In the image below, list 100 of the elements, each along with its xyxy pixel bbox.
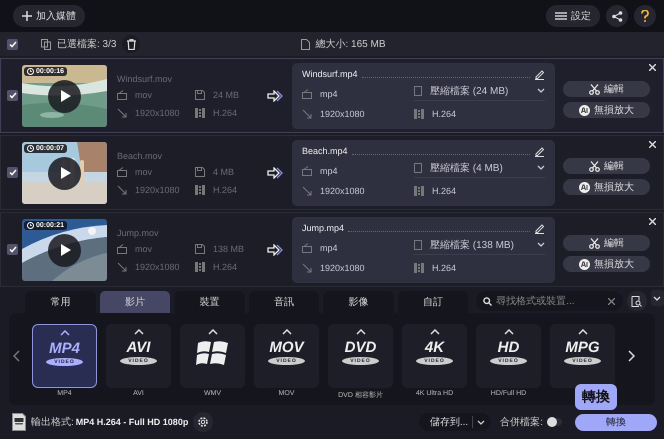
source-codec: H.264 [213, 108, 238, 118]
files-icon [41, 38, 51, 50]
codec-icon [414, 262, 424, 272]
convert-tooltip: 轉換 [575, 384, 617, 410]
search-icon [483, 297, 492, 306]
codec-icon [195, 108, 205, 118]
close-icon [649, 141, 656, 148]
select-all-checkbox[interactable] [7, 38, 18, 50]
file-checkbox[interactable] [7, 90, 18, 101]
search-field[interactable]: 尋找格式或裝置... [476, 291, 624, 311]
chevron-down-icon [537, 242, 545, 247]
help-button[interactable] [634, 5, 656, 27]
save-to-dropdown[interactable]: 儲存到... [419, 413, 492, 431]
add-media-button[interactable]: 加入媒體 [13, 5, 85, 27]
close-button[interactable] [648, 140, 657, 149]
upscale-button[interactable]: 無損放大 [563, 102, 650, 118]
output-codec: H.264 [432, 186, 456, 196]
output-codec: H.264 [432, 108, 456, 118]
output-format: mp4 [320, 88, 338, 98]
chevron-up-icon [134, 329, 144, 335]
chevron-up-icon [208, 329, 218, 335]
source-filename: Windsurf.mov [117, 74, 174, 84]
source-format: mov [135, 166, 152, 176]
convert-arrow-icon [267, 244, 283, 256]
find-format-button[interactable] [627, 291, 647, 311]
save-icon [195, 166, 205, 176]
category-tab[interactable]: 影像 [323, 291, 394, 313]
close-button[interactable] [648, 63, 657, 72]
convert-arrow-icon [267, 166, 283, 178]
source-resolution: 1920x1080 [135, 184, 180, 194]
resize-icon [117, 108, 127, 118]
source-size: 24 MB [213, 90, 240, 100]
pencil-icon[interactable] [534, 222, 545, 234]
settings-button[interactable]: 設定 [546, 5, 600, 27]
resize-icon [302, 262, 312, 272]
output-codec: H.264 [432, 262, 456, 272]
category-tab[interactable]: 影片 [100, 291, 170, 313]
format-icon [302, 242, 312, 252]
format-tile[interactable] [180, 324, 245, 388]
save-icon [195, 90, 205, 100]
collapse-button[interactable] [650, 290, 664, 306]
file-checkbox[interactable] [7, 167, 18, 178]
compression-dropdown[interactable]: 壓縮檔案 (138 MB) [414, 238, 545, 254]
convert-arrow-icon [267, 90, 283, 102]
output-format: mp4 [320, 166, 338, 176]
pencil-icon[interactable] [534, 68, 545, 80]
chevron-down-icon [537, 88, 545, 93]
category-tab[interactable]: 常用 [25, 291, 96, 313]
pencil-icon[interactable] [534, 146, 545, 156]
upscale-button[interactable]: 無損放大 [563, 256, 650, 272]
chevron-up-icon [504, 329, 514, 335]
edit-button[interactable]: 編輯 [563, 81, 650, 97]
chevron-down-icon [477, 420, 486, 424]
merge-toggle[interactable] [548, 418, 562, 426]
format-icon [117, 166, 127, 176]
delete-button[interactable] [122, 35, 140, 53]
format-icon [302, 88, 312, 98]
plus-icon [22, 11, 32, 21]
source-filename: Jump.mov [117, 228, 160, 238]
compression-dropdown[interactable]: 壓縮檔案 (24 MB) [414, 84, 545, 100]
resize-icon [302, 108, 312, 118]
codec-icon [195, 262, 205, 272]
play-icon [61, 167, 71, 179]
output-resolution: 1920x1080 [320, 108, 365, 118]
clear-icon[interactable] [608, 298, 616, 305]
category-tab[interactable]: 裝置 [174, 291, 245, 313]
close-button[interactable] [648, 217, 657, 226]
convert-button[interactable]: 轉換 [575, 414, 657, 430]
close-icon [649, 218, 656, 225]
output-filename[interactable]: Beach.mp4 [302, 146, 348, 156]
source-codec: H.264 [213, 184, 238, 194]
output-settings-button[interactable] [193, 412, 214, 432]
chevron-up-icon [430, 329, 440, 335]
resize-icon [302, 186, 312, 196]
selected-files-count: 已選檔案: 3/3 [57, 38, 116, 51]
category-tab[interactable]: 音訊 [248, 291, 320, 313]
merge-files-label: 合併檔案: [500, 416, 543, 429]
upscale-button[interactable]: 無損放大 [563, 179, 650, 195]
output-filename[interactable]: Jump.mp4 [302, 223, 344, 233]
file-checkbox[interactable] [7, 244, 18, 255]
source-format: mov [135, 244, 152, 254]
source-size: 4 MB [213, 166, 234, 176]
edit-button[interactable]: 編輯 [563, 235, 650, 251]
resize-icon [117, 262, 127, 272]
output-resolution: 1920x1080 [320, 186, 365, 196]
codec-icon [195, 184, 205, 194]
share-button[interactable] [606, 5, 628, 27]
ai-icon [579, 258, 590, 270]
compression-dropdown[interactable]: 壓縮檔案 (4 MB) [414, 160, 545, 178]
codec-icon [414, 108, 424, 118]
chevron-up-icon [578, 329, 588, 335]
gear-icon [197, 416, 210, 428]
chevron-up-icon [282, 329, 292, 335]
total-size: 總大小: 165 MB [315, 38, 386, 51]
play-icon [61, 244, 71, 256]
format-icon [117, 90, 127, 100]
output-filename[interactable]: Windsurf.mp4 [302, 69, 358, 79]
category-tab[interactable]: 自訂 [398, 291, 468, 313]
edit-button[interactable]: 編輯 [563, 158, 650, 174]
play-icon [61, 90, 71, 102]
